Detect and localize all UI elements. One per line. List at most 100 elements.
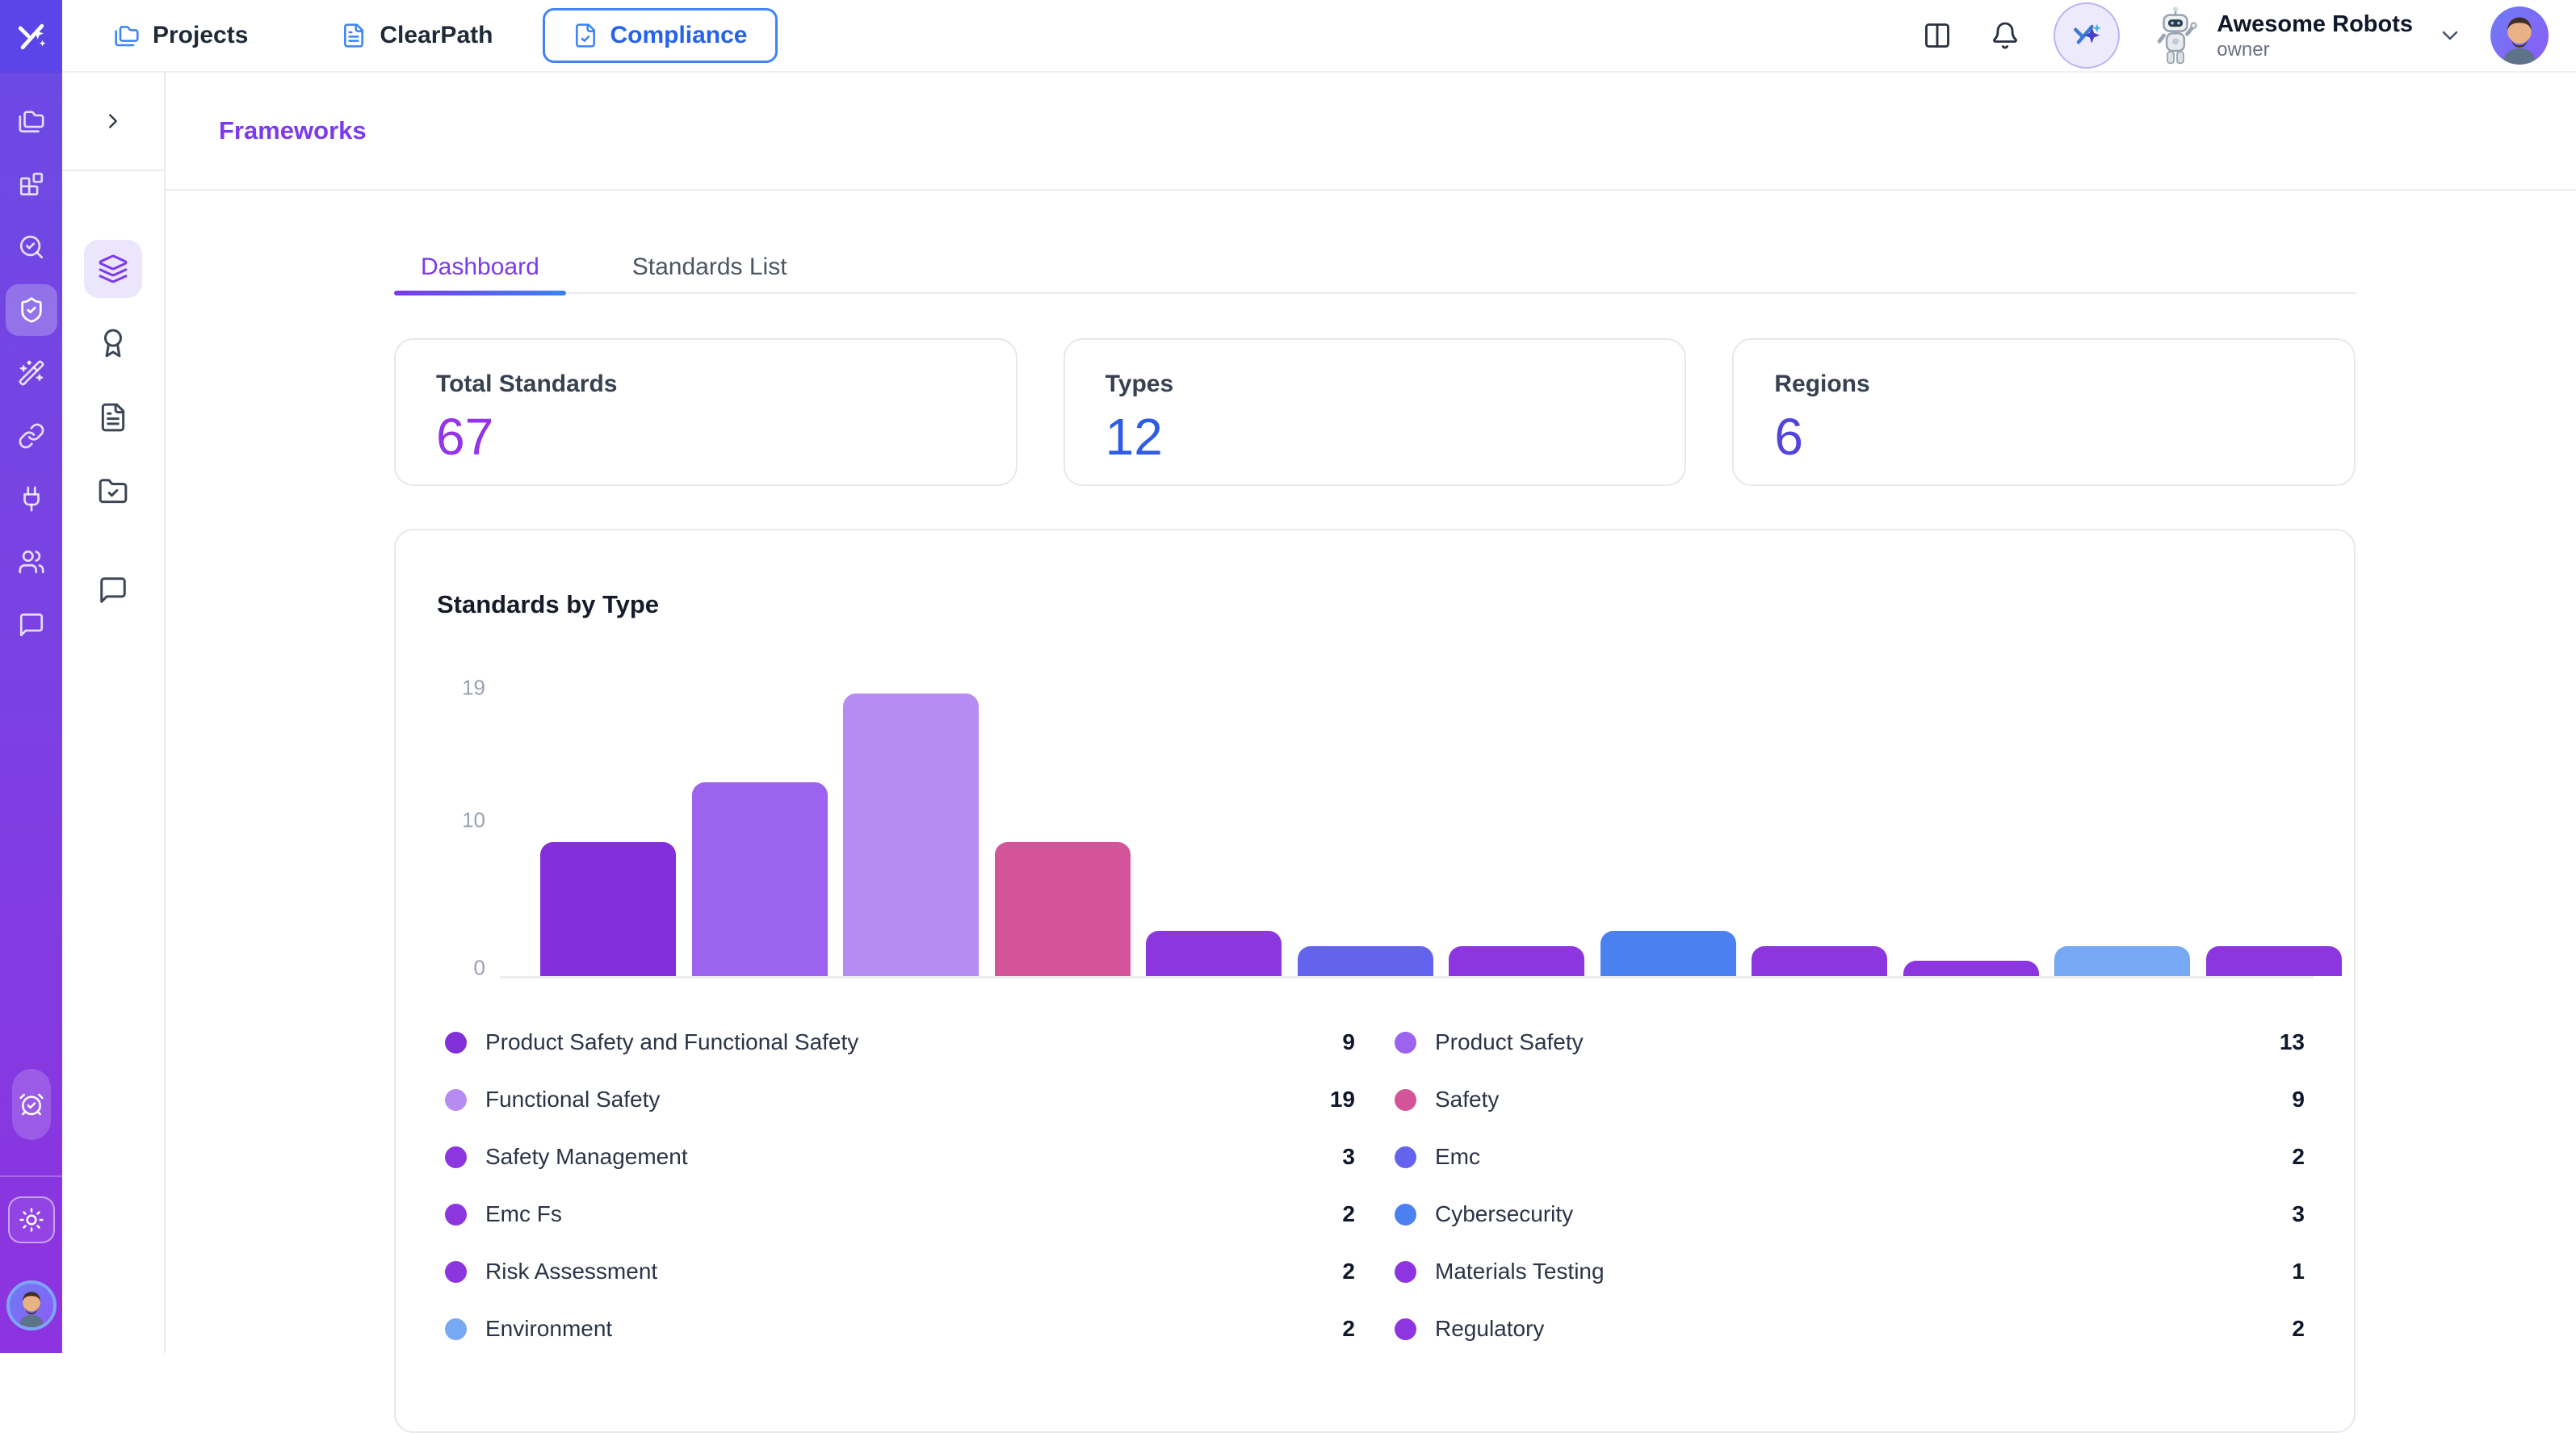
stat-label: Total Standards	[436, 371, 1016, 398]
bar-emc-fs[interactable]	[1449, 946, 1584, 976]
main-area: Frameworks Dashboard Standards List Tota…	[166, 73, 2576, 1353]
alarm-clock-check-icon	[19, 1092, 44, 1117]
y-axis-tick: 10	[462, 808, 485, 833]
page-header: Frameworks	[166, 73, 2576, 191]
legend-column-left: Product Safety and Functional Safety9Fun…	[445, 1014, 1355, 1358]
tab-dashboard[interactable]: Dashboard	[394, 231, 566, 292]
rail-bottom	[0, 1069, 62, 1353]
legend-label: Product Safety	[1435, 1029, 1584, 1055]
rail-item-blocks[interactable]	[6, 158, 57, 210]
stat-value: 6	[1774, 409, 2354, 464]
stat-value: 12	[1105, 409, 1685, 464]
content: Dashboard Standards List Total Standards…	[394, 231, 2356, 1433]
rail-item-link[interactable]	[6, 410, 57, 462]
legend-label: Emc Fs	[485, 1201, 562, 1227]
wand-sparkles-icon	[18, 359, 45, 387]
legend-value: 3	[1342, 1144, 1355, 1170]
legend-item-emc[interactable]: Emc2	[1395, 1129, 2305, 1186]
theme-toggle-button[interactable]	[8, 1196, 55, 1243]
subrail-item-layers[interactable]	[84, 240, 142, 298]
sidebar-avatar[interactable]	[6, 1280, 57, 1330]
primary-sidebar	[0, 0, 62, 1353]
legend-column-right: Product Safety13Safety9Emc2Cybersecurity…	[1395, 1014, 2305, 1358]
legend-value: 2	[1342, 1201, 1355, 1227]
rail-item-wand-sparkles[interactable]	[6, 347, 57, 399]
search-check-icon	[18, 233, 45, 261]
bar-functional-safety[interactable]	[843, 693, 979, 976]
bar-emc[interactable]	[1298, 946, 1433, 976]
shield-check-icon	[18, 296, 45, 324]
stat-card-regions: Regions6	[1732, 338, 2356, 486]
topbar-tab-clearpath[interactable]: ClearPath	[341, 22, 493, 49]
legend-value: 19	[1330, 1087, 1355, 1112]
award-icon	[98, 328, 128, 358]
notifications-button[interactable]	[1986, 16, 2024, 55]
topbar-tab-projects[interactable]: Projects	[114, 22, 248, 49]
legend-item-safety[interactable]: Safety9	[1395, 1071, 2305, 1129]
blocks-icon	[18, 170, 45, 198]
bar-safety[interactable]	[995, 842, 1131, 976]
legend-dot	[445, 1032, 467, 1054]
legend-item-risk-assessment[interactable]: Risk Assessment2	[445, 1243, 1355, 1301]
app-logo[interactable]	[0, 0, 62, 73]
legend-item-regulatory[interactable]: Regulatory2	[1395, 1301, 2305, 1358]
page-title: Frameworks	[219, 116, 367, 145]
account-name: Awesome Robots	[2217, 10, 2413, 39]
legend-dot	[445, 1318, 467, 1340]
bar-environment[interactable]	[2054, 946, 2190, 976]
legend-item-emc-fs[interactable]: Emc Fs 2	[445, 1186, 1355, 1243]
bar-regulatory[interactable]	[2206, 946, 2342, 976]
layers-icon	[98, 253, 128, 284]
rail-item-plug[interactable]	[6, 473, 57, 525]
rail-item-search-check[interactable]	[6, 221, 57, 273]
subrail-item-folder-check[interactable]	[84, 463, 142, 521]
bar-safety-management[interactable]	[1146, 931, 1282, 975]
panel-toggle-button[interactable]	[1918, 16, 1957, 55]
legend-item-materials-testing[interactable]: Materials Testing1	[1395, 1243, 2305, 1301]
rail-item-message-square[interactable]	[6, 599, 57, 651]
tab-label: Standards List	[632, 253, 787, 280]
bar-product-safety-and-functional-safety[interactable]	[540, 842, 676, 976]
ai-assistant-button[interactable]	[2054, 2, 2120, 69]
legend-dot	[1395, 1146, 1416, 1168]
legend-item-product-safety-and-functional-safety[interactable]: Product Safety and Functional Safety9	[445, 1014, 1355, 1071]
bar-materials-testing[interactable]	[1903, 961, 2039, 975]
bar-product-safety[interactable]	[692, 782, 828, 975]
legend-label: Product Safety and Functional Safety	[485, 1029, 858, 1055]
tab-standards-list[interactable]: Standards List	[606, 231, 814, 292]
rail-item-alarm-clock-check[interactable]	[12, 1069, 51, 1140]
sidebar-expand-button[interactable]	[62, 73, 164, 171]
legend-item-product-safety[interactable]: Product Safety13	[1395, 1014, 2305, 1071]
subrail-item-file-text[interactable]	[84, 388, 142, 446]
robot-mascot-image	[2152, 5, 2199, 66]
subrail-item-award[interactable]	[84, 314, 142, 372]
legend-label: Functional Safety	[485, 1087, 660, 1112]
rail-item-folders[interactable]	[6, 95, 57, 147]
bar-cybersecurity[interactable]	[1601, 931, 1736, 975]
bar-risk-assessment[interactable]	[1752, 946, 1887, 976]
legend-dot	[445, 1204, 467, 1226]
account-dropdown-button[interactable]	[2437, 23, 2463, 48]
y-axis-tick: 0	[474, 955, 485, 980]
legend-item-environment[interactable]: Environment2	[445, 1301, 1355, 1358]
topbar-tab-compliance[interactable]: Compliance	[543, 8, 777, 63]
legend-value: 3	[2292, 1201, 2305, 1227]
account-menu[interactable]: Awesome Robots owner	[2217, 10, 2413, 61]
legend-value: 2	[1342, 1259, 1355, 1284]
view-tabs: Dashboard Standards List	[394, 231, 2356, 294]
legend-item-cybersecurity[interactable]: Cybersecurity3	[1395, 1186, 2305, 1243]
legend-label: Materials Testing	[1435, 1259, 1605, 1284]
topbar-avatar[interactable]	[2490, 6, 2549, 65]
legend-label: Environment	[485, 1316, 612, 1342]
legend-dot	[445, 1089, 467, 1111]
legend-item-functional-safety[interactable]: Functional Safety 19	[445, 1071, 1355, 1129]
rail-item-users[interactable]	[6, 536, 57, 588]
legend-value: 2	[2292, 1316, 2305, 1342]
topbar-tab-label: ClearPath	[380, 22, 493, 49]
chart-title: Standards by Type	[437, 589, 2354, 620]
stat-label: Types	[1105, 371, 1685, 398]
subrail-item-message-square[interactable]	[84, 561, 142, 619]
rail-item-shield-check[interactable]	[6, 284, 57, 336]
legend-item-safety-management[interactable]: Safety Management3	[445, 1129, 1355, 1186]
secondary-sidebar	[62, 73, 166, 1353]
